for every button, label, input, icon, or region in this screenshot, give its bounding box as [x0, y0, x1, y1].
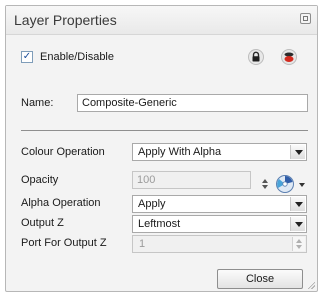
- enable-checkbox[interactable]: ✓: [21, 51, 33, 63]
- alpha-operation-value: Apply: [138, 198, 166, 210]
- resize-grip-icon[interactable]: [307, 281, 315, 289]
- opacity-spinner-icon[interactable]: [262, 178, 270, 190]
- colour-operation-value: Apply With Alpha: [138, 146, 222, 158]
- port-for-output-z-value: 1: [139, 238, 146, 250]
- output-z-value: Leftmost: [138, 218, 181, 230]
- chevron-down-icon[interactable]: [290, 145, 305, 159]
- output-z-select[interactable]: Leftmost: [132, 215, 307, 233]
- name-label: Name:: [21, 97, 54, 109]
- restore-window-icon[interactable]: [300, 13, 311, 24]
- opacity-input[interactable]: 100: [132, 171, 251, 189]
- section-divider: [21, 130, 308, 131]
- dial-dropdown-icon[interactable]: [299, 183, 305, 187]
- alpha-operation-select[interactable]: Apply: [132, 195, 307, 213]
- layer-properties-panel: Layer Properties ✓ Enable/Disable Name: …: [5, 5, 318, 292]
- name-input[interactable]: Composite-Generic: [77, 94, 308, 112]
- opacity-dial-icon[interactable]: [275, 174, 295, 194]
- chevron-down-icon[interactable]: [290, 197, 305, 211]
- lock-icon[interactable]: [248, 49, 264, 65]
- chevron-down-icon[interactable]: [290, 217, 305, 231]
- colour-operation-select[interactable]: Apply With Alpha: [132, 143, 307, 161]
- port-spinner-icon[interactable]: [292, 237, 305, 251]
- enable-label: Enable/Disable: [40, 51, 114, 63]
- title-bar: Layer Properties: [6, 6, 317, 35]
- opacity-label: Opacity: [21, 174, 59, 186]
- output-z-label: Output Z: [21, 217, 64, 229]
- alpha-operation-label: Alpha Operation: [21, 197, 101, 209]
- enable-row: ✓ Enable/Disable: [21, 49, 307, 67]
- port-for-output-z-label: Port For Output Z: [21, 237, 107, 249]
- close-button[interactable]: Close: [217, 269, 303, 289]
- colour-operation-label: Colour Operation: [21, 146, 105, 158]
- layer-color-icon[interactable]: [281, 49, 297, 65]
- port-for-output-z-input[interactable]: 1: [132, 235, 307, 253]
- window-title: Layer Properties: [14, 12, 117, 28]
